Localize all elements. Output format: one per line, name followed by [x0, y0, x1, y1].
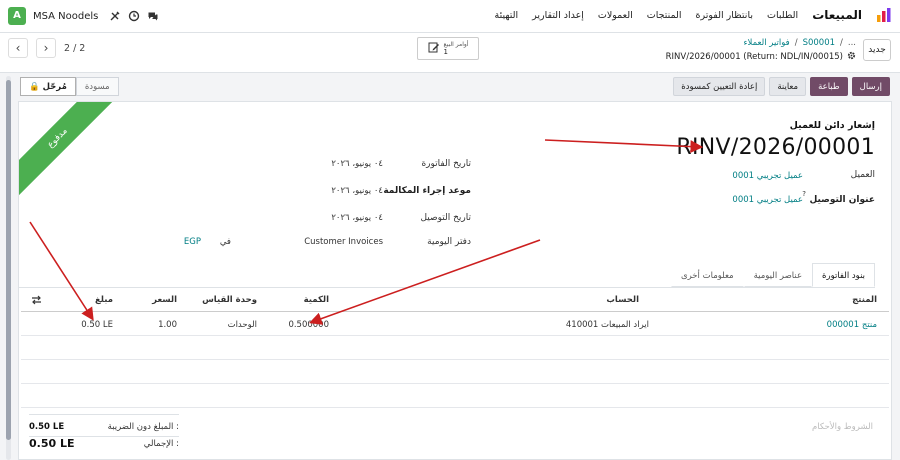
- empty-row: [21, 384, 889, 408]
- invoice-lines-header: المنتج الحساب الكمية وحدة القياس السعر م…: [21, 288, 889, 312]
- tab-invoice-lines[interactable]: بنود الفاتورة: [812, 263, 875, 287]
- table-row[interactable]: منتج 000001 410001 ايراد المبيعات 0.5000…: [21, 312, 889, 336]
- control-panel: جديد ... / S00001 / فواتير العملاء RINV/…: [0, 33, 900, 73]
- menu-products[interactable]: المنتجات: [647, 10, 682, 21]
- tab-other-info[interactable]: معلومات أخرى: [670, 263, 744, 287]
- due-date-field[interactable]: ٠٤ يونيو، ٢٠٢٦: [331, 186, 383, 196]
- navbar-systray: A MSA Noodels: [8, 7, 159, 25]
- row-account[interactable]: 410001 ايراد المبيعات: [566, 320, 649, 330]
- breadcrumb: ... / S00001 / فواتير العملاء: [744, 38, 856, 48]
- edit-icon: [428, 41, 440, 56]
- delivery-address-label: عنوان التوصيل: [809, 195, 875, 205]
- form-sheet: مدفوع إشعار دائن للعميل RINV/2026/00001 …: [18, 101, 892, 460]
- menu-configuration[interactable]: التهيئة: [495, 10, 519, 21]
- company-switcher[interactable]: MSA Noodels: [33, 11, 98, 22]
- journal-field[interactable]: Customer Invoices: [304, 237, 383, 247]
- totals-divider: [29, 414, 179, 415]
- notebook-tabs: بنود الفاتورة عناصر اليومية معلومات أخرى: [670, 263, 875, 287]
- due-date-label: موعد إجراء المكالمة: [383, 186, 471, 196]
- breadcrumb-separator: /: [840, 38, 843, 48]
- menu-to-invoice[interactable]: بانتظار الفوترة: [696, 10, 753, 21]
- pager-value[interactable]: 2 / 2: [64, 43, 85, 54]
- smart-button-label: أوامر البيع: [443, 41, 469, 48]
- total-value: 0.50 LE: [29, 437, 75, 450]
- row-quantity[interactable]: 0.500000: [288, 320, 329, 330]
- delivery-date-label: تاريخ التوصيل: [420, 213, 471, 223]
- pager-previous-button[interactable]: ‹: [8, 38, 28, 58]
- app-name[interactable]: المبيعات: [812, 8, 862, 22]
- status-posted[interactable]: 🔒 مُرحّل: [20, 77, 76, 96]
- invoice-date-field[interactable]: ٠٤ يونيو، ٢٠٢٦: [331, 159, 383, 169]
- row-price[interactable]: 1.00: [158, 320, 177, 330]
- action-bar: إرسال طباعة معاينة إعادة التعيين كمسودة …: [0, 73, 900, 101]
- empty-row: [21, 360, 889, 384]
- chat-icon[interactable]: [147, 10, 159, 22]
- document-type: إشعار دائن للعميل: [789, 120, 875, 131]
- sale-orders-smart-button[interactable]: أوامر البيع 1: [417, 37, 479, 60]
- paid-ribbon: مدفوع: [19, 102, 120, 201]
- gear-icon[interactable]: [847, 51, 856, 63]
- smart-button-count: 1: [443, 48, 448, 56]
- sales-app-icon[interactable]: [876, 7, 892, 23]
- column-amount[interactable]: مبلغ: [95, 295, 113, 305]
- lock-icon: 🔒: [29, 82, 40, 92]
- main-menu: المبيعات الطلبات بانتظار الفوترة المنتجا…: [495, 7, 892, 23]
- untaxed-label: المبلغ دون الضريبة :: [107, 422, 179, 432]
- clock-icon[interactable]: [128, 10, 140, 22]
- column-quantity[interactable]: الكمية: [304, 295, 329, 305]
- document-name: RINV/2026/00001: [676, 135, 875, 160]
- journal-label: دفتر اليومية: [427, 237, 471, 247]
- menu-reporting[interactable]: إعداد التقارير: [532, 10, 584, 21]
- delivery-date-field[interactable]: ٠٤ يونيو، ٢٠٢٦: [331, 213, 383, 223]
- scrollbar-thumb[interactable]: [6, 80, 11, 440]
- status-posted-label: مُرحّل: [42, 82, 67, 92]
- print-button[interactable]: طباعة: [810, 77, 848, 96]
- column-account[interactable]: الحساب: [606, 295, 639, 305]
- tools-icon[interactable]: [109, 10, 121, 22]
- column-product[interactable]: المنتج: [852, 295, 877, 305]
- row-amount[interactable]: 0.50 LE: [81, 320, 113, 330]
- row-product[interactable]: منتج 000001: [827, 320, 877, 330]
- invoice-date-label: تاريخ الفاتورة: [421, 159, 471, 169]
- pager-next-button[interactable]: ›: [36, 38, 56, 58]
- menu-orders[interactable]: الطلبات: [767, 10, 798, 21]
- breadcrumb-separator: /: [794, 38, 798, 48]
- top-navbar: A MSA Noodels المبيعات الطلبات بانتظار ا…: [0, 0, 900, 33]
- terms-field[interactable]: الشروط والأحكام: [812, 422, 873, 432]
- breadcrumb-order[interactable]: S00001: [803, 38, 835, 48]
- column-settings-icon[interactable]: [31, 295, 42, 308]
- row-uom[interactable]: الوحدات: [228, 320, 257, 330]
- empty-row: [21, 336, 889, 360]
- delivery-address-field[interactable]: عميل تجريبي 0001: [732, 195, 803, 205]
- tab-journal-items[interactable]: عناصر اليومية: [743, 263, 813, 287]
- preview-button[interactable]: معاينة: [769, 77, 807, 96]
- untaxed-value: 0.50 LE: [29, 422, 65, 432]
- status-bar: 🔒 مُرحّل مسودة: [20, 77, 119, 96]
- record-title: RINV/2026/00001 (Return: NDL/IN/00015): [666, 51, 856, 63]
- user-avatar[interactable]: A: [8, 7, 26, 25]
- customer-label: العميل: [850, 170, 875, 180]
- customer-field[interactable]: عميل تجريبي 0001: [732, 171, 803, 181]
- record-title-text: RINV/2026/00001 (Return: NDL/IN/00015): [665, 52, 843, 62]
- new-button[interactable]: جديد: [863, 39, 891, 61]
- currency-field[interactable]: EGP: [184, 237, 201, 247]
- menu-commissions[interactable]: العمولات: [598, 10, 633, 21]
- breadcrumb-invoices[interactable]: فواتير العملاء: [744, 38, 790, 48]
- action-buttons: إرسال طباعة معاينة إعادة التعيين كمسودة: [673, 77, 890, 96]
- pager: ‹ › 2 / 2: [8, 38, 85, 58]
- currency-in-label: في: [219, 237, 231, 247]
- reset-to-draft-button[interactable]: إعادة التعيين كمسودة: [673, 77, 766, 96]
- total-label: الإجمالي :: [143, 439, 179, 449]
- breadcrumb-more[interactable]: ...: [848, 38, 856, 48]
- column-price[interactable]: السعر: [152, 295, 177, 305]
- column-uom[interactable]: وحدة القياس: [202, 295, 257, 305]
- status-draft[interactable]: مسودة: [75, 77, 119, 96]
- send-button[interactable]: إرسال: [851, 77, 890, 96]
